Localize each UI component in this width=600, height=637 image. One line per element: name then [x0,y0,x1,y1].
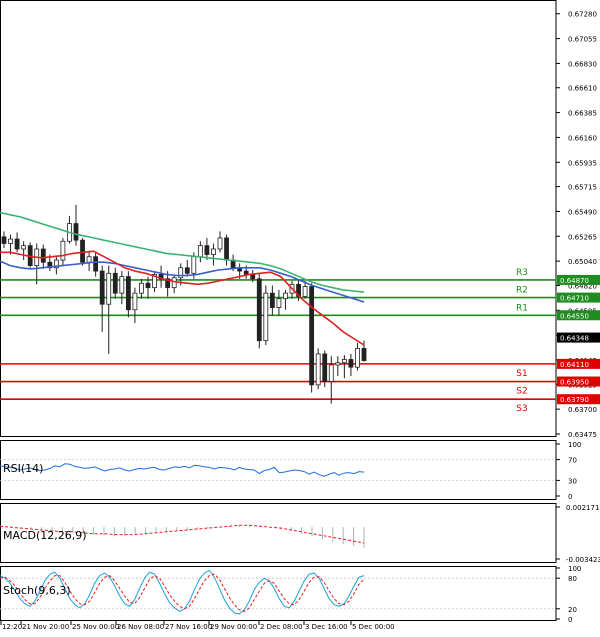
candle-body [119,276,125,294]
y-tick-label: 0.65265 [568,233,597,241]
macd-title: MACD(12,26,9) [3,529,87,542]
y-tick-label: 0.63475 [568,431,597,439]
rsi-tick-label: 100 [568,441,581,449]
main-panel-frame [0,0,557,437]
rsi-tick-label: 0 [568,493,572,501]
candle-body [256,278,262,342]
rsi-line [0,463,365,477]
candle-body [302,286,308,297]
candle-body [204,245,210,255]
rsi-panel-frame [0,440,557,500]
candle-body [80,239,85,263]
macd-tick-label: 0.002171 [566,504,599,512]
stoch-tick-label: 20 [568,606,577,614]
x-tick-label: 27 Nov 16:00 [165,623,212,631]
candle-body [276,298,282,308]
candle-body [348,359,354,368]
x-tick-label: 29 Nov 00:00 [210,623,257,631]
candle-body [14,238,20,250]
y-tick-label: 0.66830 [568,60,597,68]
x-tick-label: 5 Dec 00:00 [352,623,395,631]
candle-body [243,270,249,275]
y-tick-label: 0.66610 [568,85,597,93]
candle-body [250,273,256,280]
candle-body [263,292,269,342]
candle-body [86,256,92,263]
level-price-r2: 0.64710 [560,295,589,303]
candle-body [171,277,177,289]
level-label-s1: S1 [516,369,527,379]
candle-body [217,237,223,250]
candle-body [145,282,151,289]
candle-body [139,282,144,294]
candle-body [8,238,13,244]
stoch-panel-frame [0,566,557,621]
candle-body [132,292,138,311]
stoch-tick-label: 80 [568,575,577,583]
level-label-r3: R3 [516,268,528,278]
candle-body [1,236,7,244]
y-tick-label: 0.65040 [568,258,597,266]
y-tick-label: 0.66385 [568,110,597,118]
candle-body [106,272,112,305]
y-tick-label: 0.63700 [568,406,597,414]
y-tick-label: 0.65935 [568,159,597,167]
level-price-s3: 0.63790 [560,396,589,404]
candle-body [197,245,203,258]
level-label-s2: S2 [516,387,527,397]
x-tick-label: 21 Nov 20:00 [22,623,69,631]
x-tick-label: 2 Dec 08:00 [260,623,303,631]
candle-body [211,248,216,255]
candle-body [269,292,275,308]
level-price-r1: 0.64550 [560,312,589,320]
candle-body [93,256,99,272]
candle-body [335,362,341,366]
level-label-r2: R2 [516,286,528,296]
candle-body [73,223,79,241]
x-tick-label: 3 Dec 16:00 [305,623,348,631]
y-tick-label: 0.67280 [568,11,597,19]
rsi-tick-label: 30 [568,477,577,485]
level-label-r1: R1 [516,303,528,313]
level-label-s3: S3 [516,404,527,414]
current-price-label: 0.64348 [560,335,589,343]
stoch-tick-label: 100 [568,565,581,573]
y-tick-label: 0.67055 [568,36,597,44]
y-tick-label: 0.66160 [568,134,597,142]
y-tick-label: 0.65490 [568,208,597,216]
candle-body [328,364,334,382]
y-tick-label: 0.65715 [568,184,597,192]
candle-body [355,347,360,368]
candle-body [191,256,197,274]
candle-body [322,353,328,382]
stoch-title: Stoch(9,6,3) [3,584,71,597]
x-tick-label: 26 Nov 08:00 [117,623,164,631]
candle-body [112,272,118,294]
candle-body [361,347,367,361]
rsi-title: RSI(14) [3,462,43,475]
candle-body [283,292,288,300]
candle-body [309,286,315,386]
candle-body [224,237,229,261]
rsi-tick-label: 70 [568,457,577,465]
level-price-r3: 0.64870 [560,277,589,285]
candle-body [315,353,321,386]
candle-body [184,267,190,274]
candle-body [341,359,347,364]
forex-chart: 0.67280 0.67055 0.66830 0.66610 0.66385 0.661… [0,0,600,631]
level-price-s1: 0.64110 [560,361,589,369]
x-tick-label: 25 Nov 00:00 [72,623,119,631]
candle-body [99,270,105,305]
macd-tick-label: -0.003423 [566,556,600,564]
candle-body [21,245,27,250]
stoch-tick-label: 0 [568,616,572,624]
candle-body [125,276,131,311]
candle-body [60,240,66,261]
candle-body [40,248,46,263]
level-price-s2: 0.63950 [560,379,589,387]
x-tick-label: 12:20 [2,623,22,631]
